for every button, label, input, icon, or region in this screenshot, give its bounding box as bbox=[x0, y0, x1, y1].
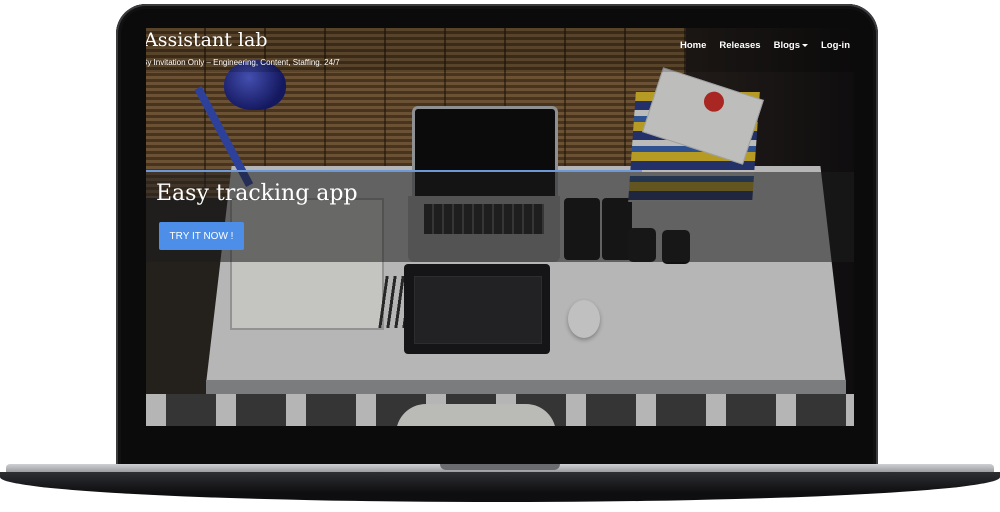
hero-title: Easy tracking app bbox=[156, 181, 358, 206]
laptop-screen: Assistant lab By Invitation Only – Engin… bbox=[146, 28, 854, 426]
nav-item-blogs-label: Blogs bbox=[773, 40, 800, 51]
nav-item-login[interactable]: Log-in bbox=[821, 40, 850, 51]
site-header: Assistant lab By Invitation Only – Engin… bbox=[146, 28, 854, 72]
laptop-base-notch bbox=[440, 464, 560, 470]
main-nav: Home Releases Blogs Log-in bbox=[680, 40, 850, 51]
nav-item-blogs[interactable]: Blogs bbox=[774, 40, 808, 51]
caret-down-icon bbox=[801, 43, 808, 47]
nav-item-home[interactable]: Home bbox=[680, 40, 706, 51]
laptop-base-body bbox=[0, 472, 1000, 502]
site-title[interactable]: Assistant lab bbox=[146, 28, 268, 52]
try-it-now-button[interactable]: TRY IT NOW ! bbox=[159, 222, 244, 250]
laptop-base bbox=[0, 462, 1000, 506]
nav-item-releases[interactable]: Releases bbox=[719, 40, 760, 51]
site-tagline: By Invitation Only – Engineering, Conten… bbox=[146, 58, 340, 67]
hero-panel: Easy tracking app TRY IT NOW ! bbox=[146, 172, 854, 262]
